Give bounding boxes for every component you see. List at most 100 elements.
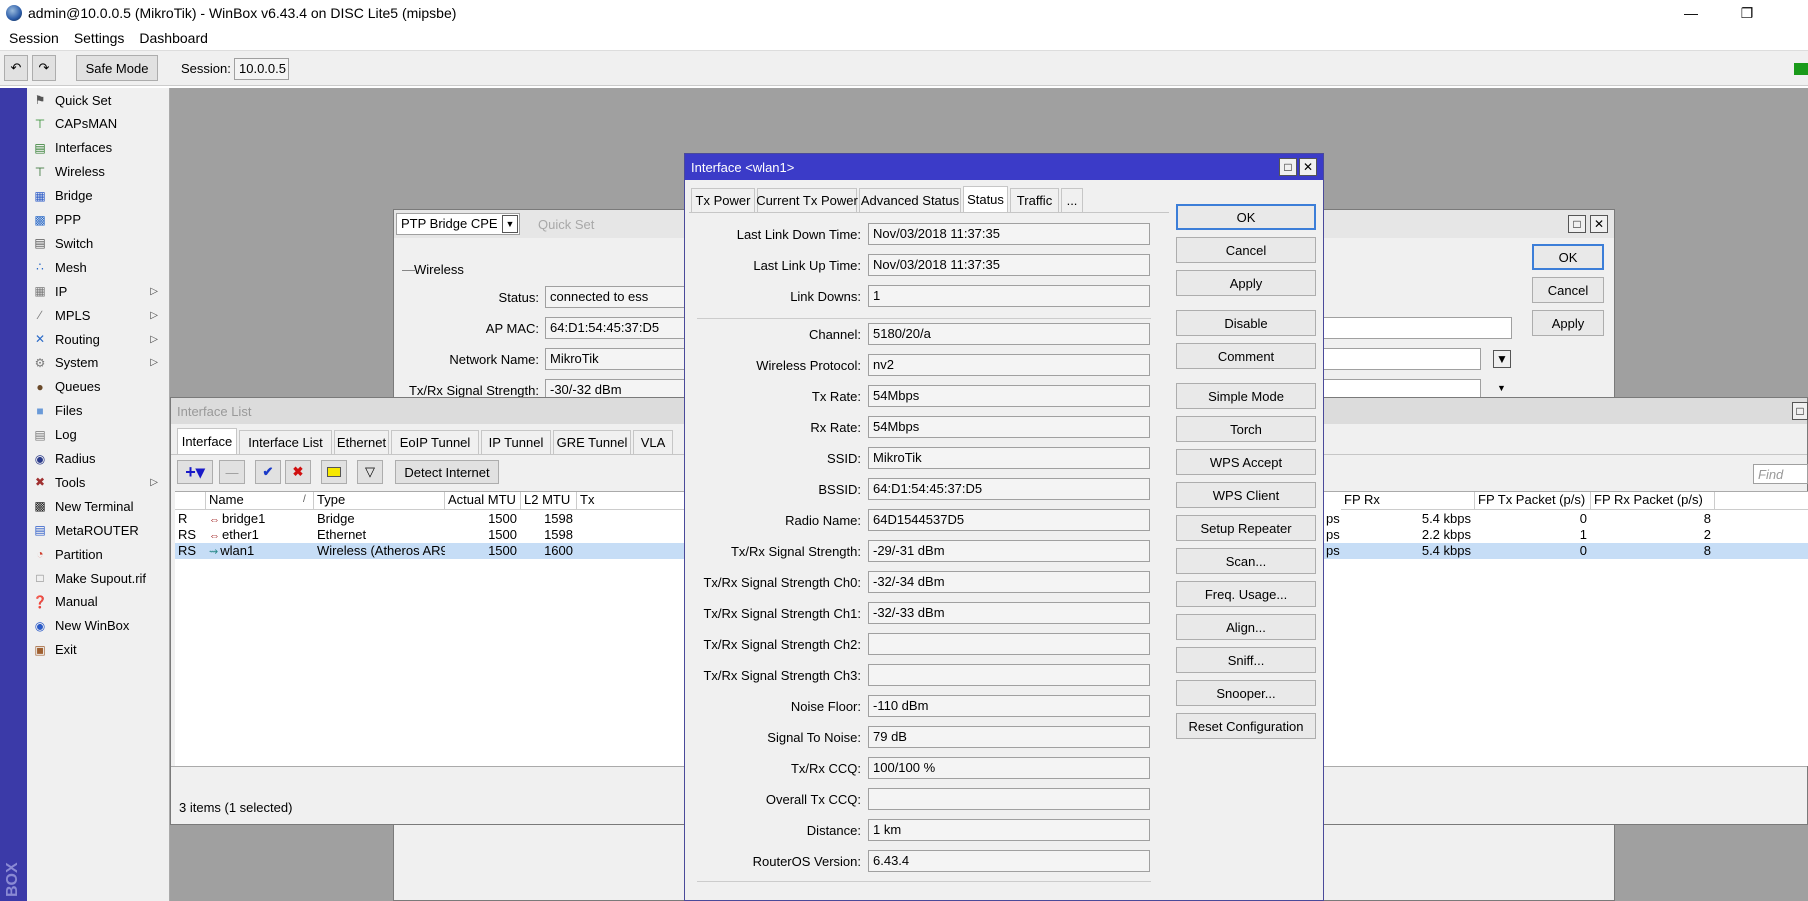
sidebar-item-metarouter[interactable]: ▤ MetaROUTER — [27, 518, 170, 542]
tab-status[interactable]: Status — [963, 186, 1008, 212]
find-input[interactable]: Find — [1753, 464, 1808, 484]
sidebar-item-label: Queues — [55, 379, 101, 395]
sidebar-item-wireless[interactable]: ⊤ Wireless — [27, 160, 170, 184]
simple-mode-button[interactable]: Simple Mode — [1176, 383, 1316, 409]
quickset-input[interactable] — [1322, 348, 1481, 370]
comment-button[interactable] — [321, 460, 347, 484]
sidebar-item-capsman[interactable]: ⊤ CAPsMAN — [27, 112, 170, 136]
undo-button[interactable]: ↶ — [4, 55, 28, 81]
remove-button[interactable]: — — [219, 460, 245, 484]
setup-repeater-button[interactable]: Setup Repeater — [1176, 515, 1316, 541]
sidebar-item-log[interactable]: ▤ Log — [27, 423, 170, 447]
minimize-button[interactable]: — — [1668, 0, 1714, 26]
menu-dashboard[interactable]: Dashboard — [139, 30, 208, 46]
chevron-down-icon[interactable]: ▼ — [1497, 383, 1506, 393]
sidebar-item-files[interactable]: ■ Files — [27, 399, 170, 423]
sidebar-item-quick-set[interactable]: ⚑ Quick Set — [27, 88, 170, 112]
sidebar-item-bridge[interactable]: ▦ Bridge — [27, 184, 170, 208]
sidebar-item-queues[interactable]: ● Queues — [27, 375, 170, 399]
wps-accept-button[interactable]: WPS Accept — [1176, 449, 1316, 475]
checkmark-icon: ✔ — [262, 464, 274, 479]
tab-eoip-tunnel[interactable]: EoIP Tunnel — [391, 430, 479, 454]
align-button[interactable]: Align... — [1176, 614, 1316, 640]
tab-gre-tunnel[interactable]: GRE Tunnel — [553, 430, 631, 454]
column-header-fp-rx-packet[interactable]: FP Rx Packet (p/s) — [1591, 492, 1715, 510]
wlan1-maximize-button[interactable]: □ — [1279, 158, 1297, 176]
sidebar-item-make-supout-rif[interactable]: □ Make Supout.rif — [27, 566, 170, 590]
menu-bar: Session Settings Dashboard — [0, 26, 1808, 50]
cancel-button[interactable]: Cancel — [1176, 237, 1316, 263]
quickset-apply-button[interactable]: Apply — [1532, 310, 1604, 336]
session-field[interactable]: 10.0.0.5 — [234, 58, 289, 80]
sidebar-item-partition[interactable]: ◔ Partition — [27, 542, 170, 566]
maximize-button[interactable]: ❐ — [1724, 0, 1770, 26]
quickset-network-name-field[interactable]: MikroTik — [545, 348, 685, 370]
sidebar-item-routing[interactable]: ✕ Routing ▷ — [27, 327, 170, 351]
redo-button[interactable]: ↷ — [32, 55, 56, 81]
quickset-close-button[interactable]: ✕ — [1590, 215, 1608, 233]
sidebar-item-interfaces[interactable]: ▤ Interfaces — [27, 136, 170, 160]
column-header-l2-mtu[interactable]: L2 MTU — [521, 492, 577, 510]
tab-more[interactable]: ... — [1061, 188, 1083, 212]
dropdown-arrow-icon[interactable]: ▼ — [1493, 350, 1511, 368]
enable-button[interactable]: ✔ — [255, 460, 281, 484]
tab-advanced-status[interactable]: Advanced Status — [859, 188, 961, 212]
sidebar-item-system[interactable]: ⚙ System ▷ — [27, 351, 170, 375]
snooper-button[interactable]: Snooper... — [1176, 680, 1316, 706]
ok-button[interactable]: OK — [1176, 204, 1316, 230]
sidebar-item-tools[interactable]: ✖ Tools ▷ — [27, 470, 170, 494]
reset-configuration-button[interactable]: Reset Configuration — [1176, 713, 1316, 739]
sniff-button[interactable]: Sniff... — [1176, 647, 1316, 673]
safe-mode-button[interactable]: Safe Mode — [76, 55, 158, 81]
sidebar-item-ip[interactable]: ▦ IP ▷ — [27, 279, 170, 303]
chevron-down-icon[interactable]: ▼ — [502, 215, 518, 233]
quickset-cancel-button[interactable]: Cancel — [1532, 277, 1604, 303]
apply-button[interactable]: Apply — [1176, 270, 1316, 296]
menu-settings[interactable]: Settings — [74, 30, 125, 46]
menu-session[interactable]: Session — [9, 30, 59, 46]
sidebar-item-mesh[interactable]: ∴ Mesh — [27, 255, 170, 279]
freq-usage-button[interactable]: Freq. Usage... — [1176, 581, 1316, 607]
brand-text: BOX — [4, 862, 21, 897]
filter-button[interactable]: ▽ — [357, 460, 383, 484]
sidebar-item-ppp[interactable]: ▩ PPP — [27, 208, 170, 232]
tab-ip-tunnel[interactable]: IP Tunnel — [481, 430, 551, 454]
column-header-fp-rx[interactable]: FP Rx — [1341, 492, 1475, 510]
sidebar-item-manual[interactable]: ❓ Manual — [27, 590, 170, 614]
quickset-maximize-button[interactable]: □ — [1568, 215, 1586, 233]
sidebar-item-new-terminal[interactable]: ▩ New Terminal — [27, 494, 170, 518]
status-field-label: Overall Tx CCQ: — [765, 792, 861, 807]
column-header-fp-tx-packet[interactable]: FP Tx Packet (p/s) — [1475, 492, 1591, 510]
sidebar-item-switch[interactable]: ▤ Switch — [27, 231, 170, 255]
scan-button[interactable]: Scan... — [1176, 548, 1316, 574]
wlan1-titlebar: Interface <wlan1> □ ✕ — [685, 154, 1323, 180]
tab-interface-list[interactable]: Interface List — [239, 430, 332, 454]
tab-current-tx-power[interactable]: Current Tx Power — [756, 188, 858, 212]
tab-vla[interactable]: VLA — [633, 430, 673, 454]
sidebar-item-exit[interactable]: ▣ Exit — [27, 638, 170, 662]
sidebar-item-new-winbox[interactable]: ◉ New WinBox — [27, 614, 170, 638]
detect-internet-button[interactable]: Detect Internet — [395, 460, 499, 484]
wlan1-close-button[interactable]: ✕ — [1299, 158, 1317, 176]
tab-tx-power[interactable]: Tx Power — [691, 188, 755, 212]
status-field-label: Last Link Up Time: — [753, 258, 861, 273]
interface-list-maximize-button[interactable]: □ — [1792, 402, 1808, 420]
column-header-name[interactable]: Name — [206, 492, 314, 510]
tab-interface[interactable]: Interface — [177, 428, 237, 454]
column-header-type[interactable]: Type — [314, 492, 445, 510]
sidebar-item-radius[interactable]: ◉ Radius — [27, 447, 170, 471]
tab-ethernet[interactable]: Ethernet — [334, 430, 389, 454]
disable-button[interactable]: Disable — [1176, 310, 1316, 336]
sidebar-item-mpls[interactable]: ∕ MPLS ▷ — [27, 303, 170, 327]
column-header-actual-mtu[interactable]: Actual MTU — [445, 492, 521, 510]
quickset-input[interactable] — [1322, 317, 1512, 339]
wps-client-button[interactable]: WPS Client — [1176, 482, 1316, 508]
quickset-mode-select[interactable]: PTP Bridge CPE ▼ — [396, 213, 520, 235]
disable-button[interactable]: ✖ — [285, 460, 311, 484]
torch-button[interactable]: Torch — [1176, 416, 1316, 442]
status-field-label: Wireless Protocol: — [756, 358, 861, 373]
comment-button[interactable]: Comment — [1176, 343, 1316, 369]
quickset-ok-button[interactable]: OK — [1532, 244, 1604, 270]
tab-traffic[interactable]: Traffic — [1010, 188, 1059, 212]
add-button[interactable]: +▾ — [177, 460, 213, 484]
